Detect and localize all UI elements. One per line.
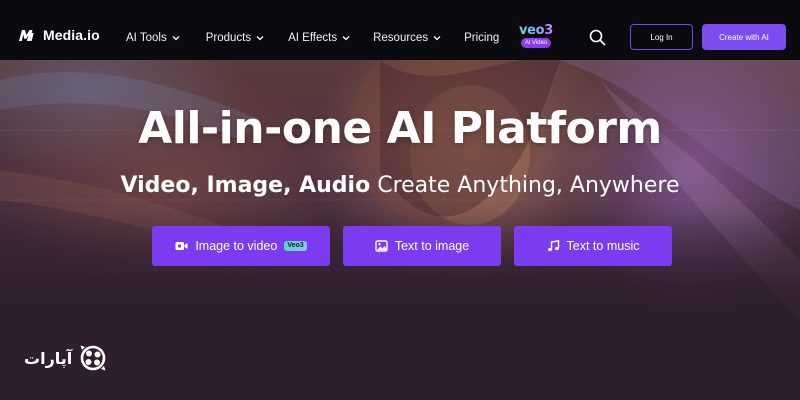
veo3-badge: Veo3	[284, 241, 307, 251]
text-to-image-button[interactable]: Text to image	[343, 226, 501, 266]
hero-title: All-in-one AI Platform	[138, 103, 662, 154]
main-menu: AI Tools Products AI Effects Resources P…	[126, 30, 499, 46]
hero-subtitle-bold: Video, Image, Audio	[120, 173, 371, 198]
menu-item-ai-tools[interactable]: AI Tools	[126, 30, 180, 46]
menu-item-products[interactable]: Products	[206, 30, 264, 46]
menu-item-label: AI Effects	[288, 32, 338, 44]
brand-name: Media.io	[43, 27, 100, 43]
login-button[interactable]: Log In	[630, 24, 693, 50]
chevron-down-icon	[256, 36, 264, 41]
create-with-ai-button[interactable]: Create with AI	[702, 24, 786, 50]
video-icon	[175, 242, 188, 250]
menu-item-ai-effects[interactable]: AI Effects	[288, 30, 350, 46]
cta-label: Text to music	[566, 239, 640, 253]
search-icon[interactable]	[589, 29, 606, 46]
hero-subtitle: Video, Image, Audio Create Anything, Any…	[0, 173, 800, 198]
text-to-music-button[interactable]: Text to music	[514, 226, 672, 266]
aparat-watermark-text: آپارات	[24, 348, 73, 368]
chevron-down-icon	[433, 36, 441, 41]
menu-item-resources[interactable]: Resources	[373, 30, 441, 46]
veo3-promo-logo[interactable]: veo3 AI Video	[513, 24, 559, 50]
menu-item-pricing[interactable]: Pricing	[464, 30, 499, 46]
hero-subtitle-rest: Create Anything, Anywhere	[370, 173, 680, 198]
veo3-logo-text: veo3	[518, 23, 554, 38]
hero-banner: All-in-one AI Platform Video, Image, Aud…	[0, 60, 800, 400]
music-note-icon	[547, 240, 559, 252]
menu-item-label: Products	[205, 32, 252, 44]
aparat-watermark: آپارات	[24, 343, 108, 373]
menu-item-label: Resources	[373, 32, 429, 44]
menu-item-label: Pricing	[464, 32, 500, 44]
aparat-logo-icon	[80, 345, 106, 371]
cta-label: Image to video	[195, 239, 278, 253]
brand-logo[interactable]: Media.io	[18, 27, 100, 43]
menu-item-label: AI Tools	[126, 32, 167, 44]
ai-video-badge: AI Video	[520, 38, 552, 48]
chevron-down-icon	[172, 36, 180, 41]
top-navigation-bar: Media.io AI Tools Products AI Effects Re…	[0, 0, 800, 60]
image-to-video-button[interactable]: Image to video Veo3	[152, 226, 330, 266]
media-io-logo-icon	[19, 29, 34, 41]
cta-label: Text to image	[394, 239, 470, 253]
image-icon	[375, 240, 388, 252]
chevron-down-icon	[342, 36, 350, 41]
